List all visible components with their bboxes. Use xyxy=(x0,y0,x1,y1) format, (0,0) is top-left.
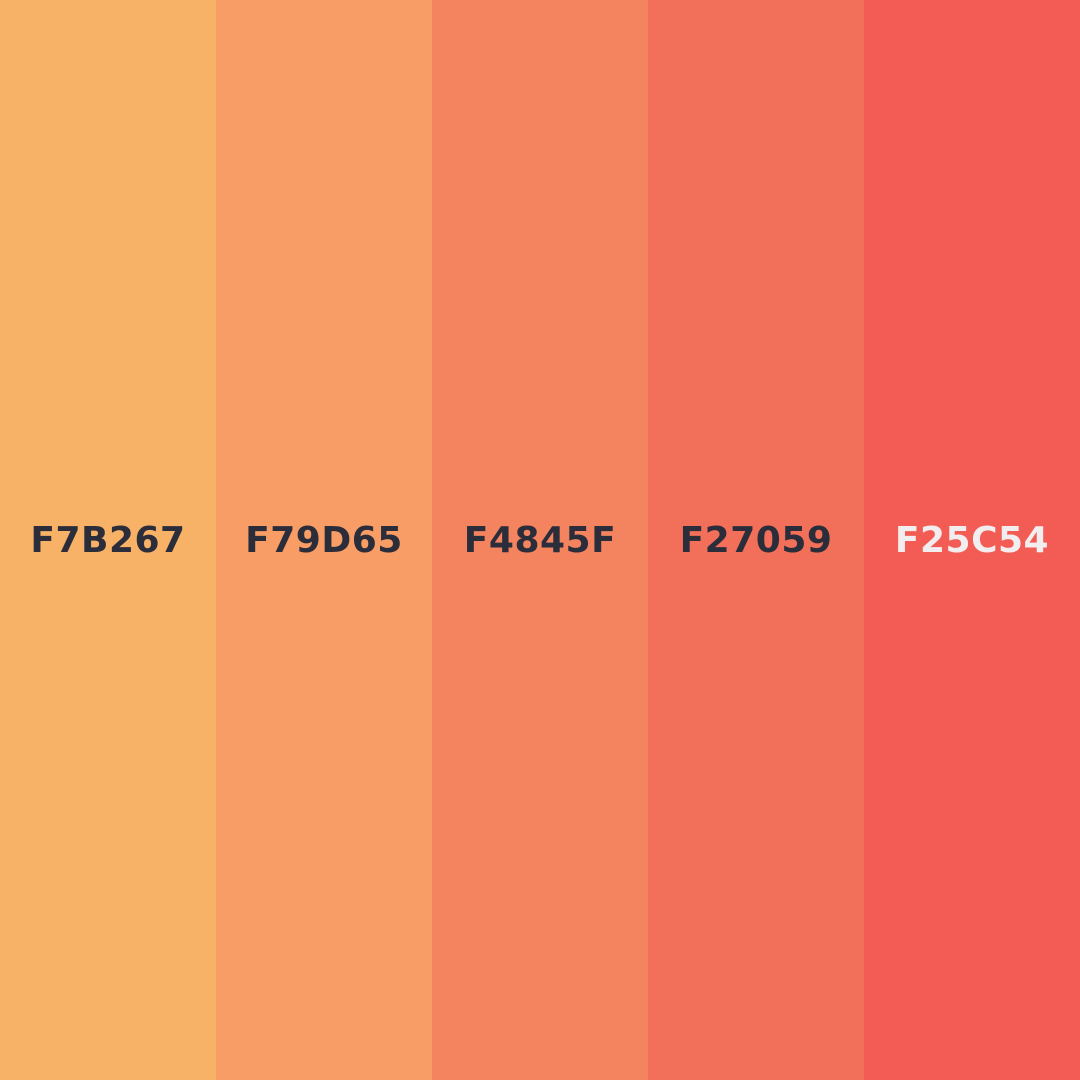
hex-code-label: F27059 xyxy=(679,519,833,561)
hex-code-label: F7B267 xyxy=(30,519,186,561)
hex-code-label: F4845F xyxy=(463,519,617,561)
color-swatch-3: F4845F xyxy=(432,0,648,1080)
color-swatch-5: F25C54 xyxy=(864,0,1080,1080)
color-swatch-4: F27059 xyxy=(648,0,864,1080)
color-swatch-1: F7B267 xyxy=(0,0,216,1080)
hex-code-label: F25C54 xyxy=(894,519,1050,561)
color-palette: F7B267 F79D65 F4845F F27059 F25C54 xyxy=(0,0,1080,1080)
hex-code-label: F79D65 xyxy=(245,519,403,561)
color-swatch-2: F79D65 xyxy=(216,0,432,1080)
